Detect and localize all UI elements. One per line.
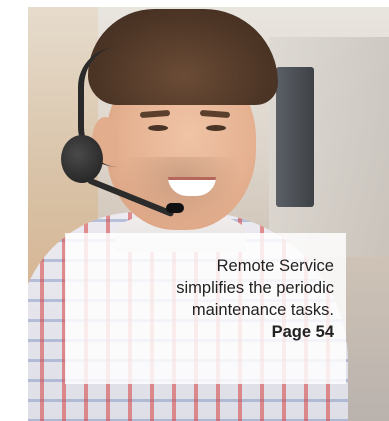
left-eye xyxy=(148,125,168,131)
caption-text: Remote Service simplifies the periodic m… xyxy=(176,257,334,319)
caption-box: Remote Service simplifies the periodic m… xyxy=(65,233,346,384)
background-monitor xyxy=(276,67,314,207)
right-eye xyxy=(206,125,226,131)
microphone-tip-icon xyxy=(166,203,184,213)
page-reference-link[interactable]: Page 54 xyxy=(77,321,334,343)
headset-earcup-icon xyxy=(61,135,103,183)
